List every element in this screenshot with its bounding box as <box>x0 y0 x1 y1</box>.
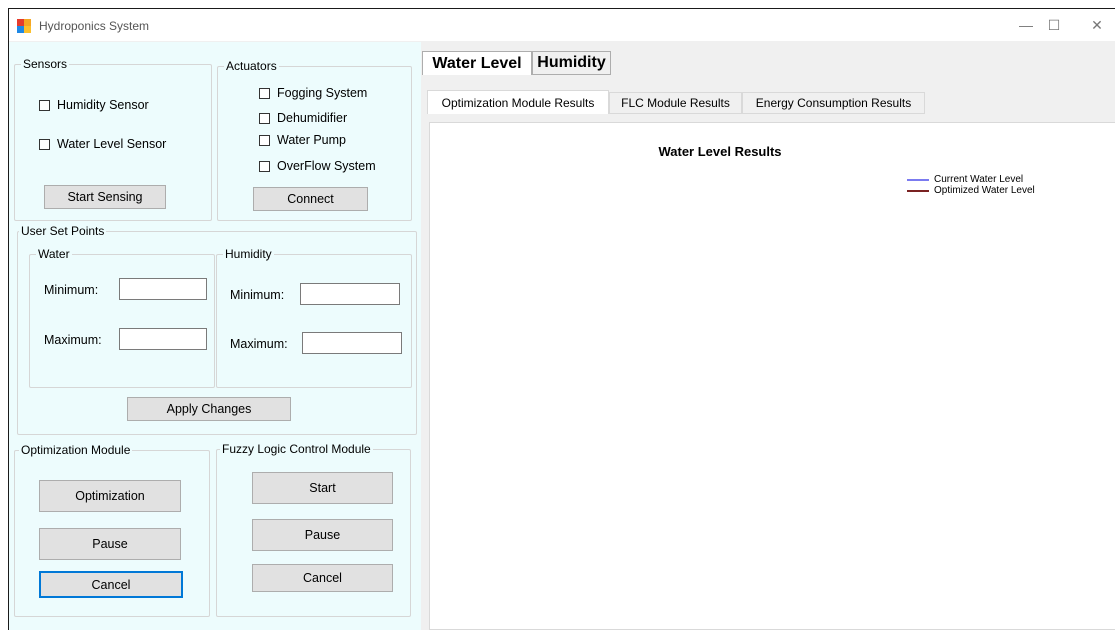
checkbox-label: OverFlow System <box>277 159 376 173</box>
checkbox-label: Water Level Sensor <box>57 137 167 151</box>
optimization-module-group: Optimization Module Optimization Pause C… <box>14 443 210 617</box>
water-group-label: Water <box>36 247 72 261</box>
checkbox-label: Dehumidifier <box>277 111 348 125</box>
checkbox-label: Fogging System <box>277 86 368 100</box>
fogging-system-checkbox[interactable]: Fogging System <box>259 86 367 100</box>
optimization-group-label: Optimization Module <box>19 443 133 457</box>
optimization-pause-button[interactable]: Pause <box>39 528 181 560</box>
checkbox-label: Water Pump <box>277 133 347 147</box>
window-title: Hydroponics System <box>39 19 150 33</box>
apply-changes-button[interactable]: Apply Changes <box>127 397 291 421</box>
app-window: Hydroponics System — ☐ ✕ Sensors Humidit… <box>8 8 1115 630</box>
humidity-sensor-checkbox[interactable]: Humidity Sensor <box>39 98 149 112</box>
tab-humidity[interactable]: Humidity <box>532 51 611 75</box>
app-icon <box>17 19 31 33</box>
water-maximum-label: Maximum: <box>44 333 102 347</box>
humidity-group-label: Humidity <box>223 247 274 261</box>
control-panel: Sensors Humidity Sensor Water Level Sens… <box>9 42 421 630</box>
tab-water-level[interactable]: Water Level <box>422 51 532 75</box>
water-minimum-input[interactable] <box>119 278 207 300</box>
close-button[interactable]: ✕ <box>1077 13 1115 37</box>
setpoints-group-label: User Set Points <box>19 224 107 238</box>
humidity-minimum-input[interactable] <box>300 283 400 305</box>
fuzzy-start-button[interactable]: Start <box>252 472 393 504</box>
chart-area: Water Level Results Current Water Level … <box>429 122 1115 630</box>
dehumidifier-checkbox[interactable]: Dehumidifier <box>259 111 347 125</box>
legend-optimized-water-level: Optimized Water Level <box>907 185 1035 196</box>
tab-optimization-results[interactable]: Optimization Module Results <box>427 90 609 114</box>
checkbox-box[interactable] <box>259 160 270 172</box>
water-pump-checkbox[interactable]: Water Pump <box>259 133 346 147</box>
sensors-group: Sensors Humidity Sensor Water Level Sens… <box>14 57 212 221</box>
start-sensing-button[interactable]: Start Sensing <box>44 185 166 209</box>
humidity-setpoints-group: Humidity Minimum: Maximum: <box>216 247 412 388</box>
checkbox-box[interactable] <box>39 99 50 111</box>
fuzzy-logic-module-group: Fuzzy Logic Control Module Start Pause C… <box>216 442 411 617</box>
checkbox-box[interactable] <box>259 112 270 124</box>
humidity-maximum-input[interactable] <box>302 332 402 354</box>
legend-label: Optimized Water Level <box>934 185 1035 196</box>
legend-current-water-level: Current Water Level <box>907 174 1023 185</box>
title-bar: Hydroponics System — ☐ ✕ <box>9 9 1115 41</box>
connect-button[interactable]: Connect <box>253 187 368 211</box>
overflow-system-checkbox[interactable]: OverFlow System <box>259 159 376 173</box>
chart-title: Water Level Results <box>658 144 782 159</box>
water-maximum-input[interactable] <box>119 328 207 350</box>
sensors-group-label: Sensors <box>21 57 70 71</box>
fuzzy-cancel-button[interactable]: Cancel <box>252 564 393 592</box>
legend-swatch <box>907 178 929 181</box>
legend-label: Current Water Level <box>934 174 1024 185</box>
actuators-group: Actuators Fogging System Dehumidifier Wa… <box>217 59 412 221</box>
water-minimum-label: Minimum: <box>44 283 99 297</box>
fuzzy-group-label: Fuzzy Logic Control Module <box>220 442 373 456</box>
humidity-maximum-label: Maximum: <box>230 337 288 351</box>
checkbox-box[interactable] <box>259 87 270 99</box>
water-level-sensor-checkbox[interactable]: Water Level Sensor <box>39 137 166 151</box>
checkbox-box[interactable] <box>259 134 270 146</box>
optimization-button[interactable]: Optimization <box>39 480 181 512</box>
water-setpoints-group: Water Minimum: Maximum: <box>29 247 215 388</box>
optimization-cancel-button[interactable]: Cancel <box>39 571 183 598</box>
actuators-group-label: Actuators <box>224 59 279 73</box>
legend-swatch <box>907 189 929 192</box>
checkbox-box[interactable] <box>39 138 50 150</box>
tab-energy-results[interactable]: Energy Consumption Results <box>742 92 925 114</box>
fuzzy-pause-button[interactable]: Pause <box>252 519 393 551</box>
checkbox-label: Humidity Sensor <box>57 98 149 112</box>
humidity-minimum-label: Minimum: <box>230 288 285 302</box>
tab-flc-results[interactable]: FLC Module Results <box>609 92 742 114</box>
maximize-button[interactable]: ☐ <box>1034 13 1074 37</box>
setpoints-group: User Set Points Water Minimum: Maximum: … <box>17 224 417 435</box>
